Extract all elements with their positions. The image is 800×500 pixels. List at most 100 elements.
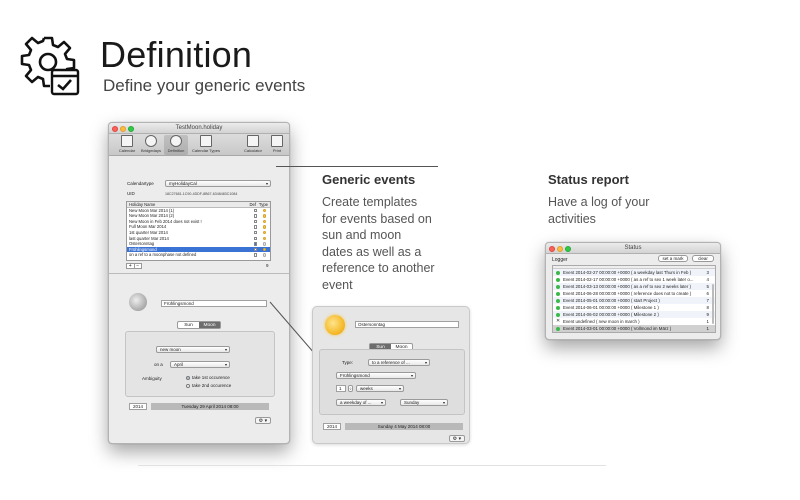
def-checkbox[interactable] — [253, 236, 257, 241]
calculator-icon — [247, 135, 259, 147]
minimize-window-button[interactable] — [120, 125, 126, 132]
year-field[interactable]: 2014 — [129, 403, 147, 410]
radio-unselected[interactable] — [186, 383, 190, 388]
def-checkbox[interactable] — [253, 225, 257, 229]
uid-label: UID — [127, 191, 135, 196]
moon-icon — [262, 225, 266, 229]
moon-icon — [262, 247, 266, 252]
toolbar-definition[interactable]: Definition — [164, 135, 188, 155]
calendar-types-icon — [200, 135, 212, 147]
log-row[interactable]: Event 2014-03-13 00:00:00 +0000 ( as a r… — [553, 283, 715, 290]
log-row[interactable]: Event 2014-06-02 00:00:00 +0000 ( Milest… — [553, 311, 715, 318]
date-result: Tuesday 29 April 2014 08:00 — [151, 403, 269, 410]
log-scrollbar[interactable] — [712, 284, 714, 324]
log-row[interactable]: Event 2014-02-17 00:00:00 +0000 ( as a r… — [553, 276, 715, 283]
close-window-button[interactable] — [112, 125, 118, 132]
log-row[interactable]: ✕ Event undefined ( new moon in march ) 1 — [553, 318, 715, 325]
zoom-window-button[interactable] — [565, 245, 571, 252]
def-checkbox[interactable] — [253, 219, 257, 224]
page-title: Definition — [100, 34, 253, 75]
month-popup[interactable]: April — [170, 361, 230, 369]
list-item[interactable]: on a ref to a moonphase not defined — [127, 252, 270, 258]
success-icon — [556, 291, 560, 296]
reference-panel: Ostersonntag Sun Moon Type: to a referen… — [312, 306, 470, 444]
list-count: 9 — [266, 263, 269, 268]
page-subtitle: Define your generic events — [103, 76, 306, 95]
type-popup[interactable]: to a reference of ... — [368, 359, 430, 367]
weekday-popup[interactable]: Sunday — [400, 399, 448, 407]
logger-label: Logger — [552, 257, 568, 263]
weekday-mode-popup[interactable]: a weekday of ... — [336, 399, 386, 407]
moon-icon — [262, 230, 266, 235]
ref-event-name-field[interactable]: Ostersonntag — [355, 321, 459, 328]
reference-icon — [262, 242, 266, 246]
clear-button[interactable]: clear — [692, 255, 714, 262]
add-remove-buttons: + − — [126, 263, 142, 269]
toolbar-print[interactable]: Print — [267, 135, 287, 153]
calendartype-label: Calendartype — [127, 181, 154, 186]
toolbar-calculator[interactable]: Calculator — [241, 135, 265, 153]
status-report-body: Have a log of your activities — [548, 195, 650, 226]
success-icon — [556, 277, 560, 282]
holiday-list: Holiday Name Def Type New Moon Mar 2014 … — [126, 201, 271, 261]
printer-icon — [271, 135, 283, 147]
minimize-window-button[interactable] — [557, 245, 563, 252]
remove-button[interactable]: − — [135, 264, 142, 269]
ref-year-field[interactable]: 2014 — [323, 423, 341, 430]
event-name-field[interactable]: Frühlingsmond — [161, 300, 267, 307]
add-button[interactable]: + — [127, 264, 135, 269]
log-row-selected[interactable]: Event 2014-03-01 00:00:00 +0000 ( Vollmo… — [553, 325, 715, 332]
def-checkbox[interactable] — [253, 247, 257, 252]
main-window-titlebar: TestMoon.holiday — [109, 123, 289, 134]
main-toolbar: Calendar Bridgedays Definition Calendar … — [109, 134, 289, 156]
ref-date-result: Sunday 4 May 2014 08:00 — [345, 423, 463, 430]
success-icon — [556, 284, 560, 289]
calendartype-popup[interactable]: myHolidayCal — [165, 180, 271, 188]
set-mark-button[interactable]: set a mark — [658, 255, 688, 262]
log-list: Event 2014-02-27 00:00:00 +0000 ( a week… — [552, 265, 716, 333]
ambiguity-option-2[interactable]: take 2nd occurence — [186, 383, 231, 388]
toolbar-calendar[interactable]: Calendar — [115, 135, 139, 153]
close-window-button[interactable] — [549, 245, 555, 252]
zoom-window-button[interactable] — [128, 125, 134, 132]
def-checkbox[interactable] — [253, 208, 257, 213]
ambiguity-option-1[interactable]: take 1st occurence — [186, 375, 230, 380]
log-row[interactable]: Event 2014-05-01 00:00:00 +0000 ( start … — [553, 297, 715, 304]
def-checkbox[interactable] — [253, 242, 257, 246]
toolbar-bridgedays[interactable]: Bridgedays — [139, 135, 163, 153]
gear-icon — [170, 135, 182, 147]
gear-calendar-icon — [20, 36, 80, 96]
gear-menu-button[interactable]: ⚙ ▾ — [255, 417, 271, 424]
divider — [109, 273, 289, 274]
unit-popup[interactable]: weeks — [356, 385, 404, 393]
def-checkbox[interactable] — [253, 214, 257, 218]
segment-sun[interactable]: Sun — [178, 322, 199, 328]
moon-icon — [262, 208, 266, 213]
reference-icon — [262, 253, 266, 257]
moon-icon — [262, 219, 266, 224]
count-field[interactable]: 1 — [336, 385, 346, 392]
radio-selected[interactable] — [186, 375, 190, 380]
moon-phase-popup[interactable]: new moon — [156, 346, 230, 354]
success-icon — [556, 298, 560, 303]
log-row[interactable]: Event 2014-06-28 00:00:00 +0000 ( refere… — [553, 290, 715, 297]
log-row[interactable]: Event 2014-06-01 00:00:00 +0000 ( Milest… — [553, 304, 715, 311]
log-row[interactable]: Event 2014-02-27 00:00:00 +0000 ( a week… — [553, 269, 715, 276]
moon-image-icon — [129, 293, 147, 311]
count-stepper[interactable]: ◊ — [348, 385, 353, 392]
reference-popup[interactable]: Frühlingsmond — [336, 372, 416, 380]
def-checkbox[interactable] — [253, 230, 257, 235]
sun-moon-segmented[interactable]: Sun Moon — [177, 321, 221, 329]
toolbar-calendar-types[interactable]: Calendar Types — [191, 135, 221, 153]
def-checkbox[interactable] — [253, 253, 257, 257]
segment-moon[interactable]: Moon — [199, 322, 220, 328]
sun-icon — [145, 135, 157, 147]
generic-events-title: Generic events — [322, 172, 416, 187]
main-window: TestMoon.holiday Calendar Bridgedays Def… — [108, 122, 290, 444]
window-title: TestMoon.holiday — [175, 125, 223, 131]
ref-gear-menu-button[interactable]: ⚙ ▾ — [449, 435, 465, 442]
generic-events-body: Create templates for events based on sun… — [322, 195, 435, 292]
success-icon — [556, 270, 560, 275]
success-icon — [556, 305, 560, 310]
bottom-divider — [138, 465, 606, 466]
